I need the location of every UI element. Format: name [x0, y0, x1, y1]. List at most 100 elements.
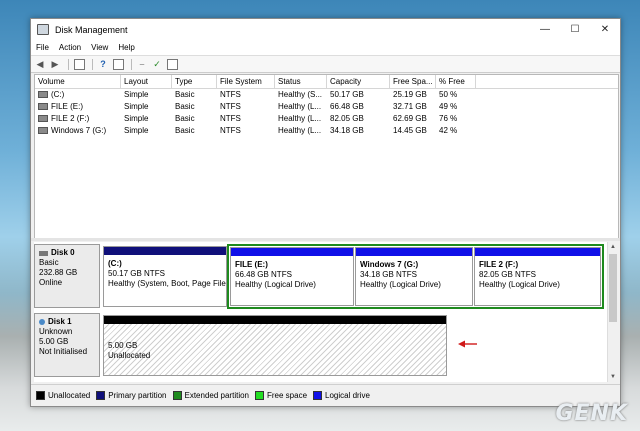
disk-icon — [39, 250, 48, 256]
volume-name: (C:) — [35, 89, 121, 101]
partition-status: Unallocated — [108, 351, 151, 360]
partition-color-bar — [475, 248, 600, 256]
legend-item: Free space — [255, 390, 308, 400]
list-view-icon[interactable] — [166, 58, 178, 70]
volume-row[interactable]: Windows 7 (G:) Simple Basic NTFS Healthy… — [35, 125, 618, 137]
scroll-up-icon[interactable]: ▲ — [608, 242, 618, 252]
partition-size: 5.00 GB — [108, 341, 138, 350]
volume-name: Windows 7 (G:) — [35, 125, 121, 137]
maximize-button[interactable]: ☐ — [560, 19, 590, 40]
legend-swatch — [313, 390, 323, 400]
genk-watermark-logo: GENK — [555, 401, 628, 426]
column-layout[interactable]: Layout — [121, 75, 172, 88]
window-controls: — ☐ ✕ — [530, 19, 620, 40]
legend-label: Primary partition — [108, 390, 167, 400]
volume-type: Basic — [175, 102, 195, 111]
close-button[interactable]: ✕ — [590, 19, 620, 40]
volume-row[interactable]: FILE 2 (F:) Simple Basic NTFS Healthy (L… — [35, 113, 618, 125]
legend-item: Primary partition — [96, 390, 167, 400]
partition-color-bar — [104, 247, 226, 255]
help-icon[interactable]: ? — [97, 59, 109, 70]
partition-status: Healthy (Logical Drive) — [479, 280, 560, 289]
volume-free-space: 62.69 GB — [393, 114, 427, 123]
partition-f[interactable]: FILE 2 (F:) 82.05 GB NTFS Healthy (Logic… — [474, 247, 601, 306]
partition-size: 82.05 GB NTFS — [479, 270, 536, 279]
menu-bar: File Action View Help — [31, 40, 620, 55]
volume-status: Healthy (L... — [278, 114, 322, 123]
partition-e[interactable]: FILE (E:) 66.48 GB NTFS Healthy (Logical… — [230, 247, 354, 306]
volume-row[interactable]: (C:) Simple Basic NTFS Healthy (S... 50.… — [35, 89, 618, 101]
scroll-thumb[interactable] — [609, 254, 617, 322]
legend-label: Free space — [267, 390, 308, 400]
menu-file[interactable]: File — [36, 43, 49, 52]
column-volume[interactable]: Volume — [35, 75, 121, 88]
legend-label: Unallocated — [48, 390, 91, 400]
properties-icon[interactable] — [112, 58, 124, 70]
partition-unallocated[interactable]: 5.00 GB Unallocated — [103, 315, 447, 376]
column-file-system[interactable]: File System — [217, 75, 275, 88]
toolbar-separator — [131, 58, 132, 70]
column-percent-free[interactable]: % Free — [436, 75, 476, 88]
volume-type: Basic — [175, 114, 195, 123]
legend-swatch — [36, 390, 45, 400]
disk-1-name: Disk 1 — [48, 317, 72, 326]
column-capacity[interactable]: Capacity — [327, 75, 390, 88]
volume-capacity: 34.18 GB — [330, 126, 364, 135]
legend-swatch — [96, 390, 106, 400]
partition-title: FILE (E:) — [235, 260, 268, 269]
minimize-button[interactable]: — — [530, 19, 560, 40]
volume-layout: Simple — [124, 102, 149, 111]
volume-name: FILE (E:) — [35, 101, 121, 113]
partition-color-bar — [356, 248, 472, 256]
disk-0-status: Online — [39, 278, 63, 287]
disk-map-scrollbar[interactable]: ▲ ▼ — [607, 242, 618, 382]
legend-swatch — [172, 390, 182, 400]
volume-capacity: 82.05 GB — [330, 114, 364, 123]
drive-icon — [38, 91, 48, 99]
legend-item: Extended partition — [172, 390, 250, 400]
drive-icon — [38, 127, 48, 135]
check-icon[interactable]: ✓ — [151, 59, 163, 70]
red-annotation-arrow-icon — [458, 340, 477, 348]
volume-type: Basic — [175, 126, 195, 135]
scroll-down-icon[interactable]: ▼ — [608, 372, 618, 382]
menu-view[interactable]: View — [91, 43, 108, 52]
volume-file-system: NTFS — [220, 126, 241, 135]
disk-1-type: Unknown — [39, 327, 73, 336]
column-status[interactable]: Status — [275, 75, 327, 88]
volume-free-space: 14.45 GB — [393, 126, 427, 135]
partition-c[interactable]: (C:) 50.17 GB NTFS Healthy (System, Boot… — [103, 246, 227, 307]
volume-percent-free: 76 % — [439, 114, 458, 123]
partition-color-bar — [104, 316, 446, 324]
forward-arrow-icon[interactable]: ▶ — [49, 59, 61, 70]
partition-color-bar — [231, 248, 353, 256]
column-type[interactable]: Type — [172, 75, 217, 88]
partition-size: 50.17 GB NTFS — [108, 269, 165, 278]
column-free-space[interactable]: Free Spa... — [390, 75, 436, 88]
toolbar-separator — [92, 58, 93, 70]
menu-action[interactable]: Action — [59, 43, 81, 52]
disk-0-type: Basic — [39, 258, 59, 267]
volume-status: Healthy (L... — [278, 126, 322, 135]
partition-g[interactable]: Windows 7 (G:) 34.18 GB NTFS Healthy (Lo… — [355, 247, 473, 306]
partition-size: 66.48 GB NTFS — [235, 270, 292, 279]
legend-item: Unallocated — [36, 390, 91, 400]
pane-splitter[interactable] — [31, 238, 620, 241]
drive-icon — [38, 115, 48, 123]
rescan-icon[interactable]: ⎯ — [136, 59, 148, 70]
console-tree-icon[interactable] — [73, 58, 85, 70]
window-title: Disk Management — [55, 24, 128, 35]
back-arrow-icon[interactable]: ◀ — [34, 59, 46, 70]
disk-management-window: Disk Management — ☐ ✕ File Action View H… — [30, 18, 621, 407]
legend-label: Extended partition — [184, 390, 250, 400]
disk-0-label[interactable]: Disk 0 Basic 232.88 GB Online — [34, 244, 100, 308]
disk-1-title: Disk 1 — [39, 317, 99, 327]
volume-name: FILE 2 (F:) — [35, 113, 121, 125]
volume-file-system: NTFS — [220, 90, 241, 99]
title-bar[interactable]: Disk Management — ☐ ✕ — [31, 19, 620, 40]
volume-layout: Simple — [124, 90, 149, 99]
volume-row[interactable]: FILE (E:) Simple Basic NTFS Healthy (L..… — [35, 101, 618, 113]
menu-help[interactable]: Help — [118, 43, 134, 52]
volume-percent-free: 42 % — [439, 126, 458, 135]
disk-1-label[interactable]: Disk 1 Unknown 5.00 GB Not Initialised — [34, 313, 100, 377]
